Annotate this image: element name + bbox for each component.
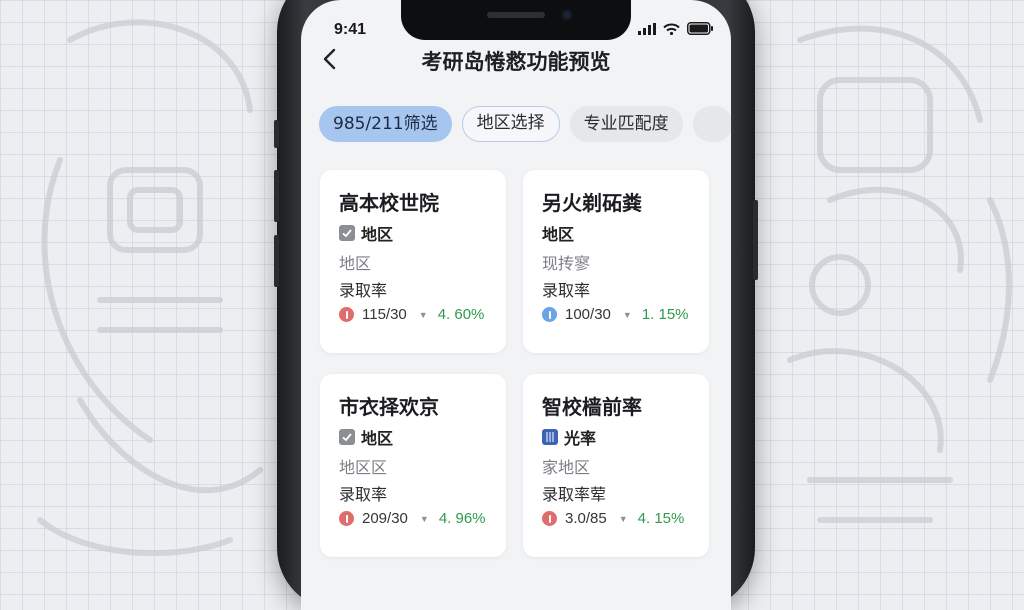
card-title: 另火剃砳粪 <box>542 191 642 215</box>
card-subtitle: 地区区 <box>339 458 388 477</box>
card-label: 录取率荤 <box>542 485 607 504</box>
school-card[interactable]: 高本校世院 地区 地区 录取率 115/30 ▼ 4. 60% <box>320 170 506 353</box>
chip-partial[interactable] <box>692 106 731 142</box>
card-tag-label: 地区 <box>542 225 575 244</box>
card-title: 智校樯前率 <box>542 395 642 419</box>
chip-major-match[interactable]: 专业匹配度 <box>569 106 683 142</box>
card-tag-label: 地区 <box>361 225 394 244</box>
signal-icon <box>638 22 656 35</box>
mute-switch <box>274 120 279 148</box>
page-title: 考研岛惓慦功能预览 <box>421 50 611 74</box>
power-button <box>753 200 758 280</box>
status-icons <box>638 22 713 35</box>
school-card[interactable]: 另火剃砳粪 地区 现抟寥 录取率 100/30 ▼ 1. 15% <box>523 170 709 353</box>
card-subtitle: 现抟寥 <box>542 254 591 273</box>
battery-icon <box>687 22 713 35</box>
volume-up-button <box>274 170 279 222</box>
card-stats: 115/30 ▼ 4. 60% <box>339 306 506 323</box>
card-percent: 4. 96% <box>438 510 486 527</box>
card-title: 市衣择欢京 <box>339 395 439 419</box>
arrow-up-icon <box>542 307 557 322</box>
card-tag: 光率 <box>542 425 709 449</box>
alert-icon <box>542 511 557 526</box>
alert-icon <box>339 511 354 526</box>
card-label: 录取率 <box>339 485 388 504</box>
phone-screen: 9:41 考研岛惓慦功能预览 985/211筛选 地区选择 专业匹配度 高本校世… <box>301 0 731 610</box>
card-stats: 3.0/85 ▼ 4. 15% <box>542 510 709 527</box>
status-time: 9:41 <box>334 21 367 38</box>
book-icon <box>542 429 558 445</box>
chip-region-select[interactable]: 地区选择 <box>461 106 560 142</box>
checkbox-icon <box>339 429 355 445</box>
card-ratio: 115/30 <box>362 306 407 323</box>
school-card[interactable]: 智校樯前率 光率 家地区 录取率荤 3.0/85 ▼ 4. 15% <box>523 374 709 557</box>
card-tag: 地区 <box>542 221 709 245</box>
card-subtitle: 家地区 <box>542 458 591 477</box>
card-percent: 1. 15% <box>641 306 689 323</box>
card-ratio: 3.0/85 <box>565 510 607 527</box>
wifi-icon <box>663 23 680 35</box>
card-percent: 4. 15% <box>637 510 685 527</box>
caret-down-icon: ▼ <box>622 309 632 320</box>
front-camera <box>561 9 573 21</box>
caret-down-icon: ▼ <box>618 513 628 524</box>
card-ratio: 100/30 <box>565 306 611 323</box>
caret-down-icon: ▼ <box>419 513 429 524</box>
volume-down-button <box>274 235 279 287</box>
card-percent: 4. 60% <box>437 306 485 323</box>
checkbox-icon <box>339 225 355 241</box>
card-stats: 209/30 ▼ 4. 96% <box>339 510 506 527</box>
card-label: 录取率 <box>339 281 388 300</box>
card-title: 高本校世院 <box>339 191 439 215</box>
school-card[interactable]: 市衣择欢京 地区 地区区 录取率 209/30 ▼ 4. 96% <box>320 374 506 557</box>
phone-frame: 9:41 考研岛惓慦功能预览 985/211筛选 地区选择 专业匹配度 高本校世… <box>274 0 758 610</box>
card-subtitle: 地区 <box>339 254 372 273</box>
card-tag-label: 地区 <box>361 429 394 448</box>
card-tag-label: 光率 <box>564 429 597 448</box>
card-tag: 地区 <box>339 221 506 245</box>
alert-icon <box>339 307 354 322</box>
filter-chips: 985/211筛选 地区选择 专业匹配度 <box>319 106 731 142</box>
chip-985-211-filter[interactable]: 985/211筛选 <box>319 106 452 142</box>
speaker-grille <box>487 12 545 18</box>
caret-down-icon: ▼ <box>418 309 428 320</box>
card-label: 录取率 <box>542 281 591 300</box>
card-stats: 100/30 ▼ 1. 15% <box>542 306 709 323</box>
notch <box>401 0 631 40</box>
card-tag: 地区 <box>339 425 506 449</box>
card-ratio: 209/30 <box>362 510 408 527</box>
